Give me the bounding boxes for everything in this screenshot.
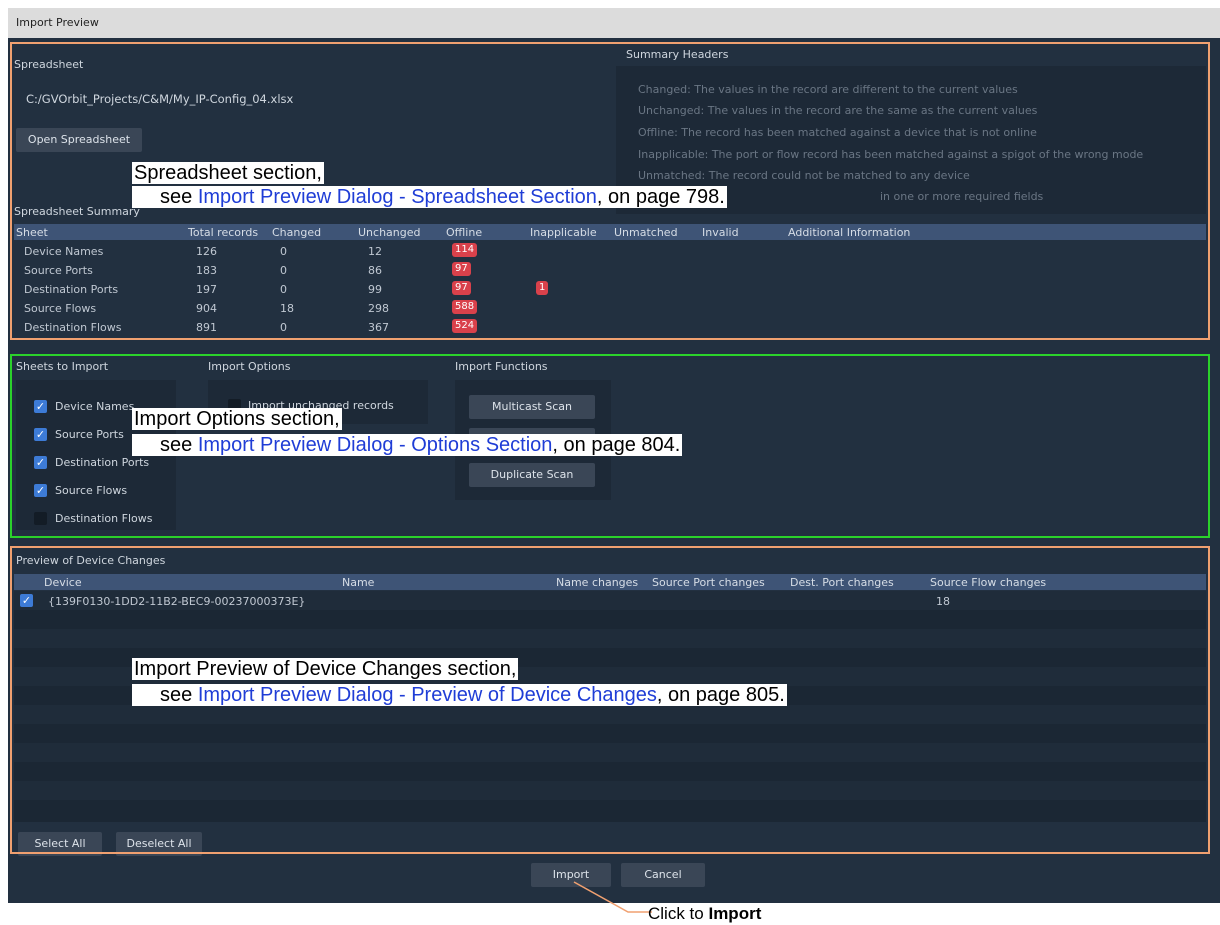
annotation-link[interactable]: Import Preview Dialog - Preview of Devic… — [198, 684, 657, 706]
annotation-preview-title: Import Preview of Device Changes section… — [132, 658, 519, 680]
annotation-spreadsheet-ref: see Import Preview Dialog - Spreadsheet … — [132, 186, 727, 208]
annotation-spreadsheet-title: Spreadsheet section, — [132, 162, 324, 184]
annotation-options-ref: see Import Preview Dialog - Options Sect… — [132, 434, 683, 456]
callout-line — [573, 881, 652, 913]
window-title: Import Preview — [8, 8, 1220, 38]
annotation-link[interactable]: Import Preview Dialog - Options Section — [198, 434, 553, 456]
annotation-options-title: Import Options section, — [132, 408, 342, 430]
annotation-preview-ref: see Import Preview Dialog - Preview of D… — [132, 684, 787, 706]
click-to-import-caption: Click to Import — [648, 904, 762, 923]
annotation-link[interactable]: Import Preview Dialog - Spreadsheet Sect… — [198, 186, 597, 208]
